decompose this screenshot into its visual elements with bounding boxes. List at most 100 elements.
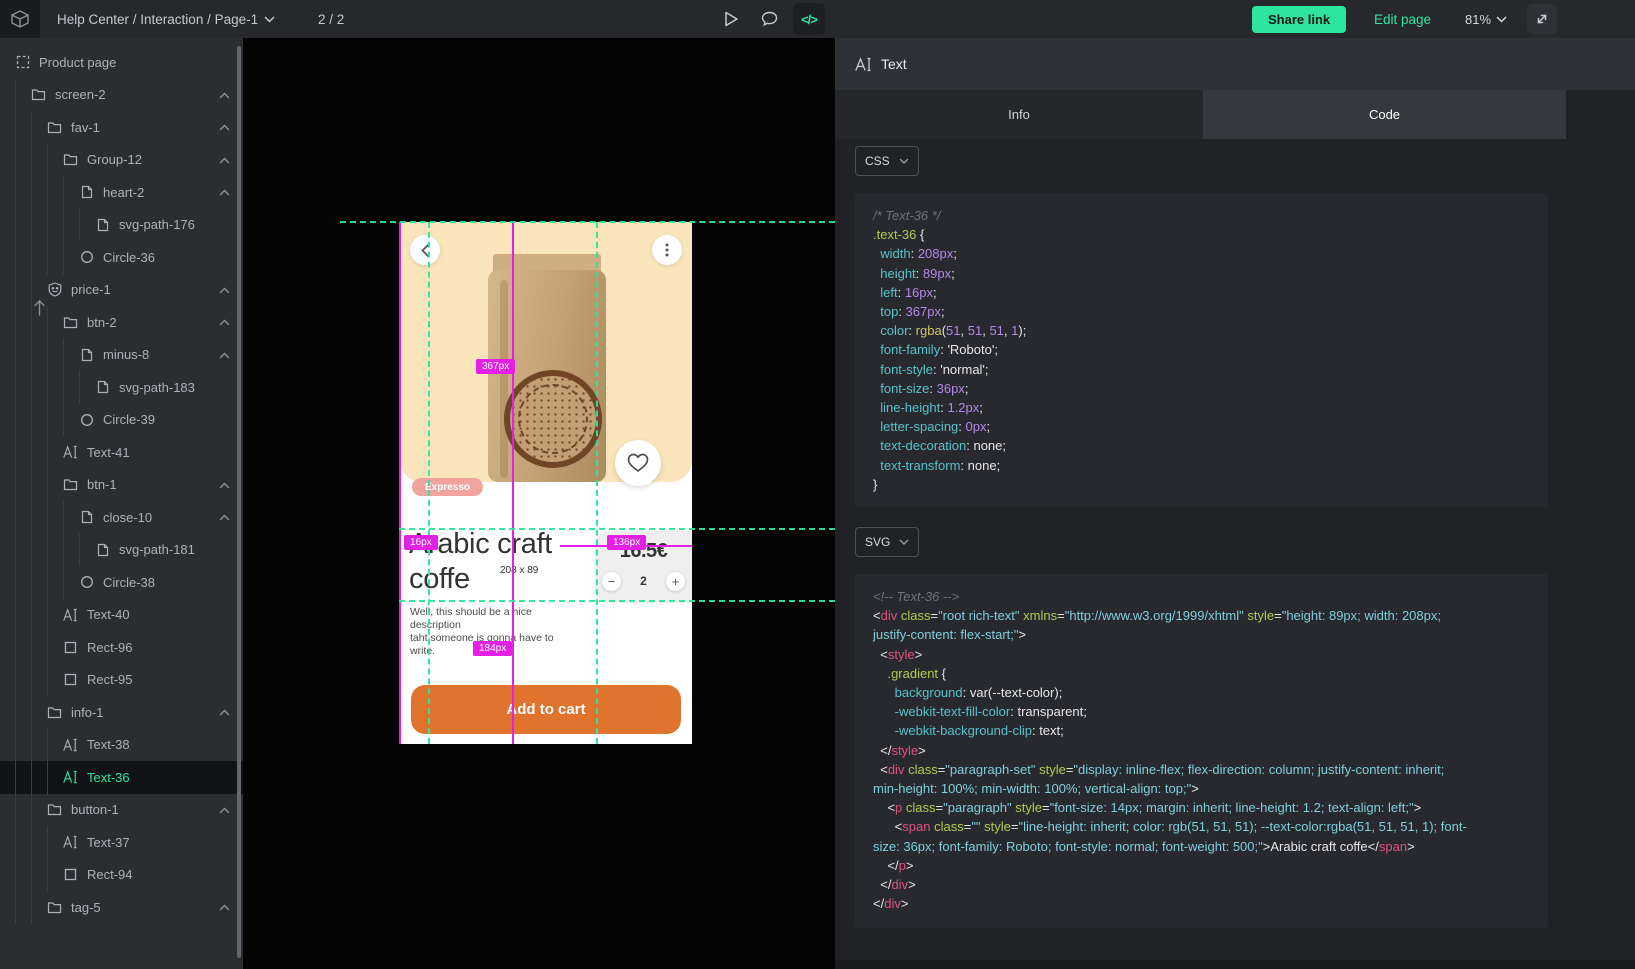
code-line: font-size: 36px; (873, 379, 1548, 398)
indent-guide (15, 111, 31, 144)
app-logo[interactable] (0, 0, 40, 38)
layer-row-info-1[interactable]: info-1 (0, 696, 243, 729)
indent-guide (47, 371, 63, 404)
layer-row-product page[interactable]: Product page (0, 46, 243, 79)
share-link-button[interactable]: Share link (1252, 6, 1346, 33)
layer-row-fav-1[interactable]: fav-1 (0, 111, 243, 144)
chevron-down-icon (899, 158, 909, 164)
collapse-caret-icon[interactable] (218, 121, 231, 134)
svg-layer-icon (95, 217, 110, 232)
decrease-quantity-button[interactable]: − (602, 572, 621, 591)
favorite-button[interactable] (615, 440, 661, 486)
play-button[interactable] (714, 0, 748, 38)
indent-guide (15, 404, 31, 437)
text-layer-icon (63, 835, 78, 850)
collapse-caret-icon[interactable] (218, 89, 231, 102)
layer-row-close-10[interactable]: close-10 (0, 501, 243, 534)
layer-row-button-1[interactable]: button-1 (0, 794, 243, 827)
code-line: .text-36 { (873, 225, 1548, 244)
layer-label: Text-40 (87, 607, 130, 622)
rect-layer-icon (63, 672, 78, 687)
collapse-caret-icon[interactable] (218, 804, 231, 817)
layer-row-rect-96[interactable]: Rect-96 (0, 631, 243, 664)
more-options-button[interactable] (652, 235, 682, 265)
layer-row-text-36[interactable]: Text-36 (0, 761, 243, 794)
indent-guide (15, 79, 31, 112)
svg-layer-icon (95, 542, 110, 557)
add-to-cart-button[interactable]: Add to cart (411, 685, 681, 734)
zoom-selector[interactable]: 81% (1465, 0, 1507, 38)
layer-row-heart-2[interactable]: heart-2 (0, 176, 243, 209)
layer-row-text-41[interactable]: Text-41 (0, 436, 243, 469)
code-line: .gradient { (873, 664, 1548, 683)
code-line: letter-spacing: 0px; (873, 417, 1548, 436)
collapse-caret-icon[interactable] (218, 349, 231, 362)
indent-guide (15, 664, 31, 697)
edit-page-link[interactable]: Edit page (1374, 0, 1431, 38)
indent-guide (15, 566, 31, 599)
layer-row-text-40[interactable]: Text-40 (0, 599, 243, 632)
indent-guide (47, 534, 63, 567)
layer-row-svg-path-183[interactable]: svg-path-183 (0, 371, 243, 404)
layer-label: price-1 (71, 282, 111, 297)
indent-guide (63, 501, 79, 534)
collapse-caret-icon[interactable] (218, 479, 231, 492)
frame-layer-icon (15, 55, 30, 70)
tab-info[interactable]: Info (835, 90, 1203, 139)
css-format-dropdown[interactable]: CSS (855, 146, 919, 176)
chevron-down-icon (1496, 16, 1507, 23)
svg-format-dropdown[interactable]: SVG (855, 527, 919, 557)
collapse-caret-icon[interactable] (218, 511, 231, 524)
collapse-caret-icon[interactable] (218, 316, 231, 329)
layer-row-svg-path-181[interactable]: svg-path-181 (0, 534, 243, 567)
comment-button[interactable] (752, 0, 786, 38)
layer-row-rect-95[interactable]: Rect-95 (0, 664, 243, 697)
breadcrumb[interactable]: Help Center / Interaction / Page-1 (57, 0, 275, 38)
collapse-caret-icon[interactable] (218, 901, 231, 914)
indent-guide (47, 826, 63, 859)
svg-layer-icon (79, 185, 94, 200)
folder-layer-icon (31, 87, 46, 102)
layer-row-svg-path-176[interactable]: svg-path-176 (0, 209, 243, 242)
layer-row-rect-94[interactable]: Rect-94 (0, 859, 243, 892)
layer-label: Circle-36 (103, 250, 155, 265)
layer-row-screen-2[interactable]: screen-2 (0, 79, 243, 112)
collapse-caret-icon[interactable] (218, 154, 231, 167)
page-counter: 2 / 2 (318, 0, 344, 38)
collapse-caret-icon[interactable] (218, 284, 231, 297)
code-line: min-height: 100%; min-width: 100%; verti… (873, 779, 1548, 798)
fullscreen-button[interactable] (1527, 4, 1557, 34)
indent-guide (15, 469, 31, 502)
indent-guide (15, 696, 31, 729)
layer-label: Rect-94 (87, 867, 133, 882)
layer-row-text-37[interactable]: Text-37 (0, 826, 243, 859)
tab-code[interactable]: Code (1203, 90, 1566, 139)
layer-row-tag-5[interactable]: tag-5 (0, 891, 243, 924)
collapse-caret-icon[interactable] (218, 186, 231, 199)
zoom-level: 81% (1465, 12, 1491, 27)
layer-row-circle-39[interactable]: Circle-39 (0, 404, 243, 437)
sidebar-scrollbar[interactable] (237, 46, 241, 958)
indent-guide (63, 339, 79, 372)
code-line: color: rgba(51, 51, 51, 1); (873, 321, 1548, 340)
code-view-button[interactable]: </> (793, 3, 825, 35)
layer-row-circle-38[interactable]: Circle-38 (0, 566, 243, 599)
layer-label: minus-8 (103, 347, 149, 362)
layer-row-btn-1[interactable]: btn-1 (0, 469, 243, 502)
indent-guide (79, 534, 95, 567)
rect-layer-icon (63, 640, 78, 655)
layer-row-minus-8[interactable]: minus-8 (0, 339, 243, 372)
back-button[interactable] (410, 235, 440, 265)
layer-label: Rect-95 (87, 672, 133, 687)
code-line: size: 36px; font-family: Roboto; font-st… (873, 837, 1548, 856)
chevron-down-icon (264, 16, 275, 23)
layer-row-circle-36[interactable]: Circle-36 (0, 241, 243, 274)
code-line: text-transform: none; (873, 456, 1548, 475)
breadcrumb-text: Help Center / Interaction / Page-1 (57, 12, 258, 27)
increase-quantity-button[interactable]: + (666, 572, 685, 591)
indent-guide (63, 176, 79, 209)
layer-row-group-12[interactable]: Group-12 (0, 144, 243, 177)
layer-row-text-38[interactable]: Text-38 (0, 729, 243, 762)
collapse-caret-icon[interactable] (218, 706, 231, 719)
category-tag[interactable]: Expresso (412, 478, 483, 496)
